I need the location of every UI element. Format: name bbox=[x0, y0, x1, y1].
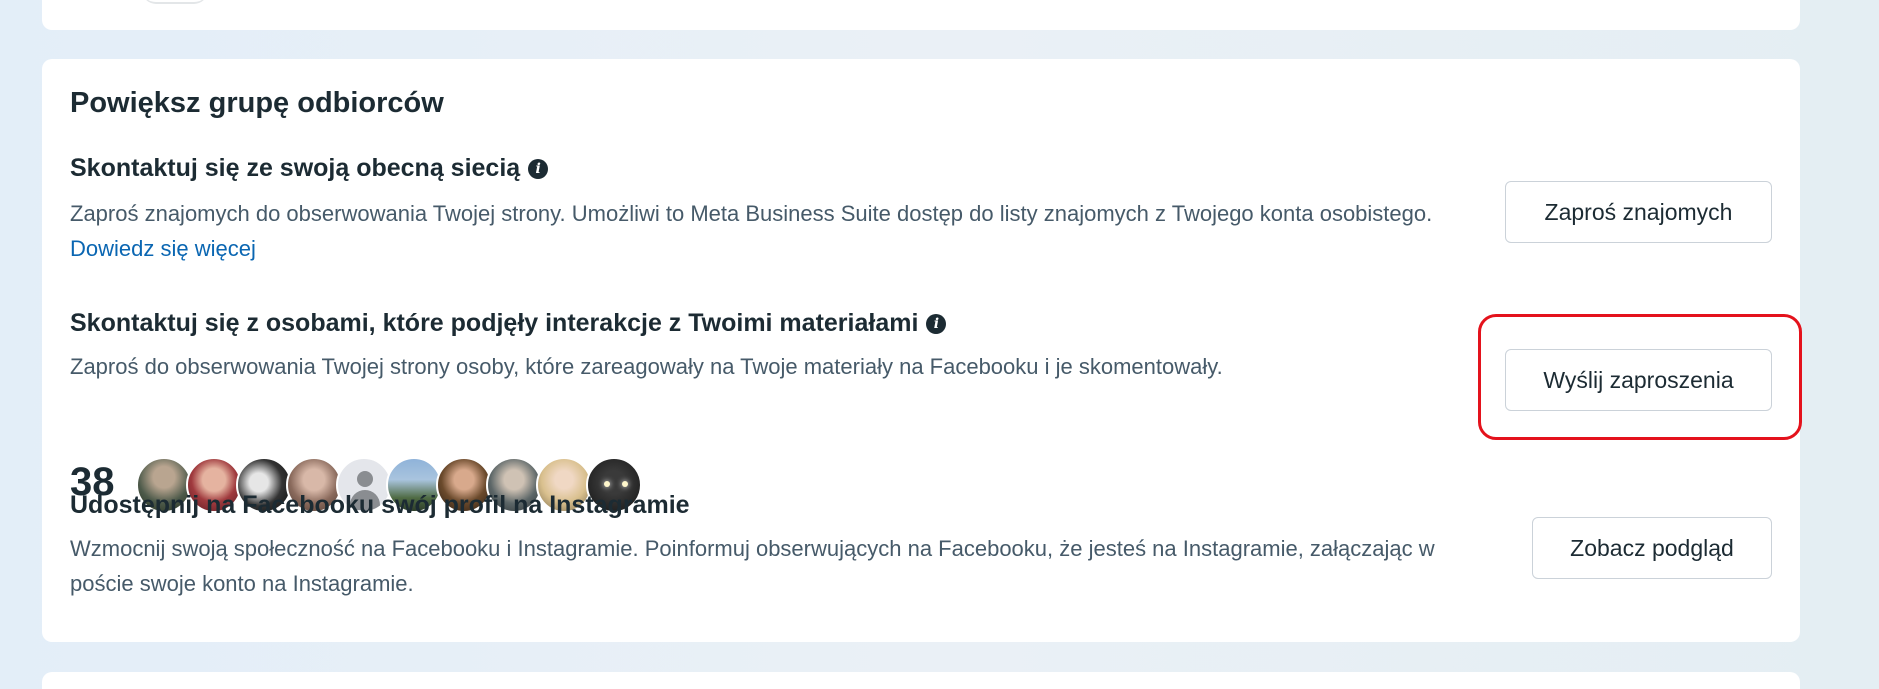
info-icon[interactable]: i bbox=[528, 158, 549, 179]
row-network-description: Zaproś znajomych do obserwowania Twojej … bbox=[70, 196, 1490, 266]
previous-card bbox=[42, 0, 1800, 30]
preview-button[interactable]: Zobacz podgląd bbox=[1532, 517, 1772, 579]
row-instagram-description: Wzmocnij swoją społeczność na Facebooku … bbox=[70, 536, 1435, 596]
invite-friends-button[interactable]: Zaproś znajomych bbox=[1505, 181, 1772, 243]
row-network-title-text: Skontaktuj się ze swoją obecną siecią bbox=[70, 154, 521, 182]
section-title: Powiększ grupę odbiorców bbox=[70, 87, 444, 119]
avatar-edge bbox=[142, 0, 208, 4]
row-network-description-text: Zaproś znajomych do obserwowania Twojej … bbox=[70, 201, 1433, 226]
row-instagram-title-text: Udostępnij na Facebooku swój profil na I… bbox=[70, 491, 690, 519]
row-engaged-description: Zaproś do obserwowania Twojej strony oso… bbox=[70, 354, 1223, 379]
learn-more-link[interactable]: Dowiedz się więcej bbox=[70, 236, 256, 261]
info-icon[interactable]: i bbox=[926, 313, 947, 334]
annotation-highlight bbox=[1478, 314, 1802, 440]
next-card bbox=[42, 672, 1800, 689]
row-instagram-title: Udostępnij na Facebooku swój profil na I… bbox=[70, 491, 690, 520]
row-engaged-title: Skontaktuj się z osobami, które podjęły … bbox=[70, 309, 947, 338]
placeholder-head bbox=[357, 471, 373, 487]
row-engaged-title-text: Skontaktuj się z osobami, które podjęły … bbox=[70, 309, 919, 337]
row-network-title: Skontaktuj się ze swoją obecną siecią i bbox=[70, 154, 549, 183]
avatar-eyes bbox=[604, 481, 628, 487]
